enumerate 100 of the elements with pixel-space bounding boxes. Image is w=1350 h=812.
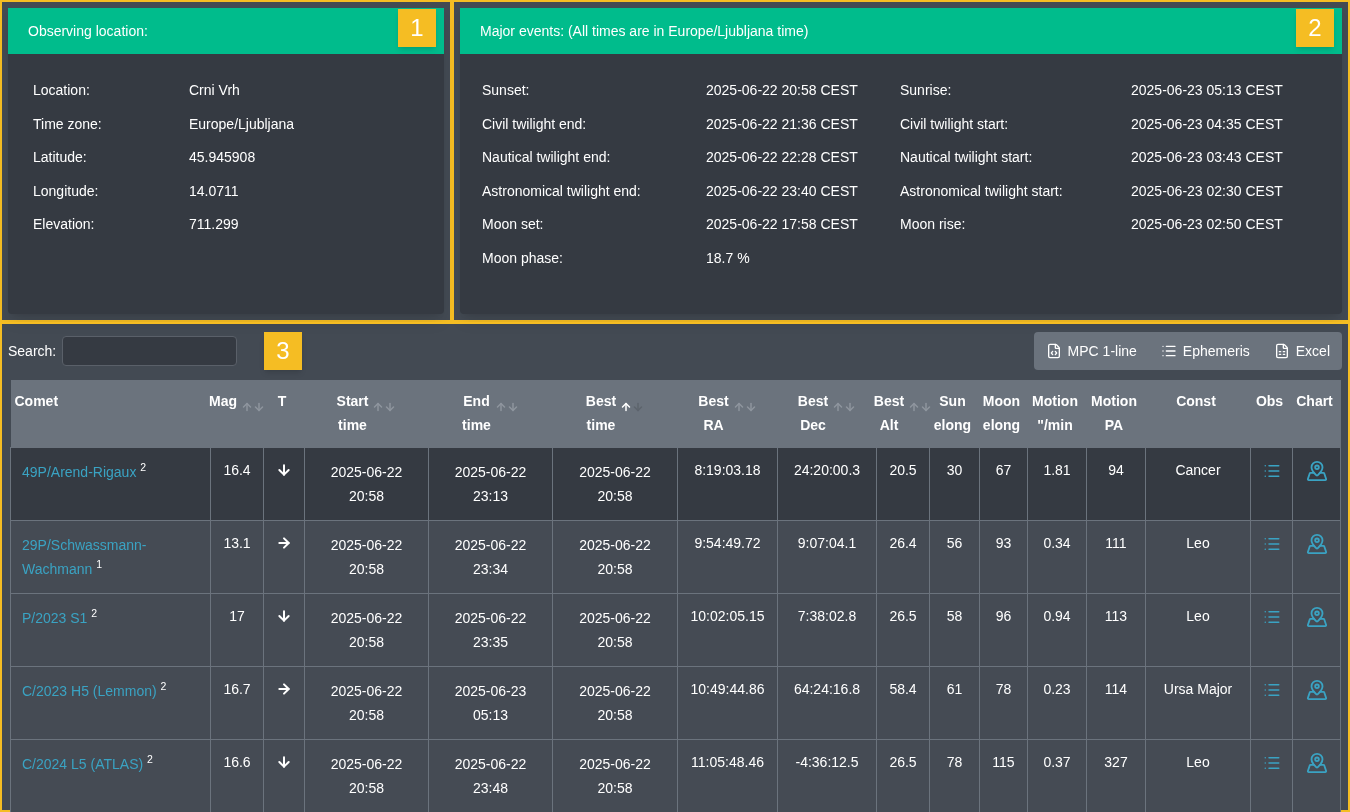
table-cell: 9:07:04.1 bbox=[797, 534, 857, 551]
column-header[interactable]: Comet bbox=[10, 380, 211, 447]
map-pin-icon[interactable] bbox=[1305, 459, 1328, 482]
map-pin-icon[interactable] bbox=[1305, 678, 1328, 701]
table-cell: Leo bbox=[1186, 753, 1210, 770]
event-value: 2025-06-23 03:43 CEST bbox=[1131, 148, 1283, 167]
field-value: 14.0711 bbox=[189, 181, 239, 200]
table-cell: 78 bbox=[995, 680, 1012, 697]
table-cell: 93 bbox=[995, 534, 1012, 551]
table-cell: 2025-06-22 23:34 bbox=[454, 536, 527, 577]
table-row[interactable]: C/2024 L5 (ATLAS) $^{2}$ 16.6 2025-06-22 20:58 2025-06-22 23:48 2025-06-22 20:58 11:05:48.46 -4:36:12.5 26.5 78 115 0.37 327 Leo bbox=[10, 739, 1341, 812]
number-badge: 3 bbox=[264, 332, 302, 370]
column-header[interactable]: Start time bbox=[304, 380, 429, 447]
number-badge: 2 bbox=[1296, 9, 1334, 47]
table-cell: 2025-06-22 20:58 bbox=[330, 536, 403, 577]
export-button[interactable]: MPC 1-line bbox=[1033, 332, 1149, 370]
table-cell: 2025-06-22 20:58 bbox=[579, 682, 651, 723]
table-cell: 115 bbox=[992, 753, 1015, 770]
column-header[interactable]: Mag bbox=[210, 380, 264, 447]
table-row[interactable]: P/2023 S1 $^{2}$ 17 2025-06-22 20:58 2025-06-22 23:35 2025-06-22 20:58 10:02:05.15 7:38:02.8 26.5 58 96 0.94 113 Leo bbox=[10, 593, 1341, 666]
table-cell: 30 bbox=[946, 461, 963, 478]
table-cell: 2025-06-22 23:48 bbox=[454, 755, 527, 796]
event-value: 2025-06-23 05:13 CEST bbox=[1131, 81, 1283, 100]
table-cell: 113 bbox=[1104, 607, 1128, 624]
table-cell: 2025-06-22 20:58 bbox=[330, 755, 403, 796]
table-cell: 26.5 bbox=[889, 607, 917, 624]
export-button[interactable]: Excel bbox=[1261, 332, 1342, 370]
event-value: 2025-06-22 17:58 CEST bbox=[706, 215, 859, 234]
column-header[interactable]: Chart bbox=[1292, 380, 1341, 447]
column-header[interactable]: End time bbox=[428, 380, 553, 447]
search-field[interactable] bbox=[62, 336, 238, 366]
table-cell: 26.5 bbox=[889, 753, 917, 770]
column-header[interactable]: Best RA bbox=[677, 380, 778, 447]
table-cell: 2025-06-22 23:13 bbox=[454, 463, 527, 504]
event-value: 18.7 % bbox=[706, 248, 751, 267]
arrow-down-icon bbox=[276, 461, 292, 478]
column-header[interactable]: Best Alt bbox=[876, 380, 930, 447]
table-cell: 0.37 bbox=[1043, 753, 1071, 770]
number-badge: 1 bbox=[398, 9, 436, 47]
field-value: Europe/Ljubljana bbox=[189, 114, 295, 133]
field-value: 45.945908 bbox=[189, 148, 256, 167]
table-cell: 26.4 bbox=[889, 534, 917, 551]
table-cell: 2025-06-22 20:58 bbox=[579, 536, 651, 577]
column-header[interactable]: Obs bbox=[1250, 380, 1293, 447]
spreadsheet-icon bbox=[1273, 343, 1290, 359]
event-label: Sunset: bbox=[482, 81, 531, 100]
table-cell: 9:54:49.72 bbox=[694, 534, 761, 551]
table-cell: 0.94 bbox=[1043, 607, 1071, 624]
field-label: Longitude: bbox=[33, 181, 100, 200]
field-value: Crni Vrh bbox=[189, 81, 240, 100]
event-label: Civil twilight end: bbox=[482, 114, 588, 133]
event-value: 2025-06-23 02:30 CEST bbox=[1131, 181, 1283, 200]
table-row[interactable]: C/2023 H5 (Lemmon) $^{2}$ 16.7 2025-06-22 20:58 2025-06-23 05:13 2025-06-22 20:58 10:49:44.86 64:24:16.8 58.4 61 78 0.23 114 Ursa Major bbox=[10, 666, 1341, 739]
table-cell: 114 bbox=[1104, 680, 1128, 697]
table-cell: 58.4 bbox=[889, 680, 917, 697]
table-cell: 0.34 bbox=[1043, 534, 1071, 551]
event-value: 2025-06-22 22:28 CEST bbox=[706, 148, 859, 167]
table-cell: 10:02:05.15 bbox=[690, 607, 765, 624]
table-cell: 2025-06-22 20:58 bbox=[579, 609, 651, 650]
table-cell: 96 bbox=[995, 607, 1012, 624]
event-value: 2025-06-22 21:36 CEST bbox=[706, 114, 859, 133]
table-cell: Leo bbox=[1186, 607, 1210, 624]
table-cell: 16.4 bbox=[223, 461, 251, 478]
column-header[interactable]: T bbox=[263, 380, 305, 447]
column-header[interactable]: Motion "/min bbox=[1027, 380, 1087, 447]
column-header[interactable]: Moon elong bbox=[979, 380, 1028, 447]
table-cell: 2025-06-22 20:58 bbox=[579, 463, 651, 504]
event-label: Nautical twilight end: bbox=[482, 148, 612, 167]
sort-icon[interactable] bbox=[620, 401, 645, 413]
table-cell: 1.81 bbox=[1043, 461, 1071, 478]
table-cell: 67 bbox=[995, 461, 1012, 478]
table-row[interactable]: 49P/Arend-Rigaux $^{2}$ 16.4 2025-06-22 20:58 2025-06-22 23:13 2025-06-22 20:58 8:19:03.18 24:20:00.3 20.5 30 67 1.81 94 Cancer bbox=[10, 447, 1341, 520]
event-label: Moon set: bbox=[482, 215, 545, 234]
table-cell: 2025-06-22 20:58 bbox=[330, 682, 403, 723]
event-label: Sunrise: bbox=[900, 81, 953, 100]
column-header[interactable]: Sun elong bbox=[929, 380, 980, 447]
map-pin-icon[interactable] bbox=[1305, 532, 1328, 555]
map-pin-icon[interactable] bbox=[1305, 605, 1328, 628]
field-value: 711.299 bbox=[189, 215, 239, 234]
table-cell: 16.6 bbox=[223, 753, 251, 770]
map-pin-icon[interactable] bbox=[1305, 751, 1328, 774]
export-button[interactable]: Ephemeris bbox=[1148, 332, 1262, 370]
column-header[interactable]: Const bbox=[1145, 380, 1251, 447]
table-cell: 20.5 bbox=[889, 461, 917, 478]
event-value: 2025-06-23 02:50 CEST bbox=[1131, 215, 1283, 234]
table-cell: 61 bbox=[946, 680, 963, 697]
column-header[interactable]: Best time bbox=[552, 380, 678, 447]
column-header[interactable]: Motion PA bbox=[1086, 380, 1146, 447]
table-cell: 17 bbox=[229, 607, 245, 624]
table-cell: Ursa Major bbox=[1163, 680, 1233, 697]
table-row[interactable]: 29P/Schwassmann-Wachmann $^{1}$ 13.1 2025-06-22 20:58 2025-06-22 23:34 2025-06-22 20:58 9:54:49.72 9:07:04.1 26.4 56 93 0.34 111 Leo bbox=[10, 520, 1341, 593]
search-label: Search: bbox=[8, 341, 57, 361]
event-label: Civil twilight start: bbox=[900, 114, 1010, 133]
table-cell: 2025-06-22 20:58 bbox=[330, 463, 403, 504]
list-icon bbox=[1160, 343, 1177, 359]
event-value: 2025-06-22 20:58 CEST bbox=[706, 81, 859, 100]
event-label: Moon phase: bbox=[482, 248, 564, 267]
table-cell: 111 bbox=[1105, 534, 1127, 551]
table-cell: 94 bbox=[1108, 461, 1124, 478]
event-value: 2025-06-23 04:35 CEST bbox=[1131, 114, 1283, 133]
